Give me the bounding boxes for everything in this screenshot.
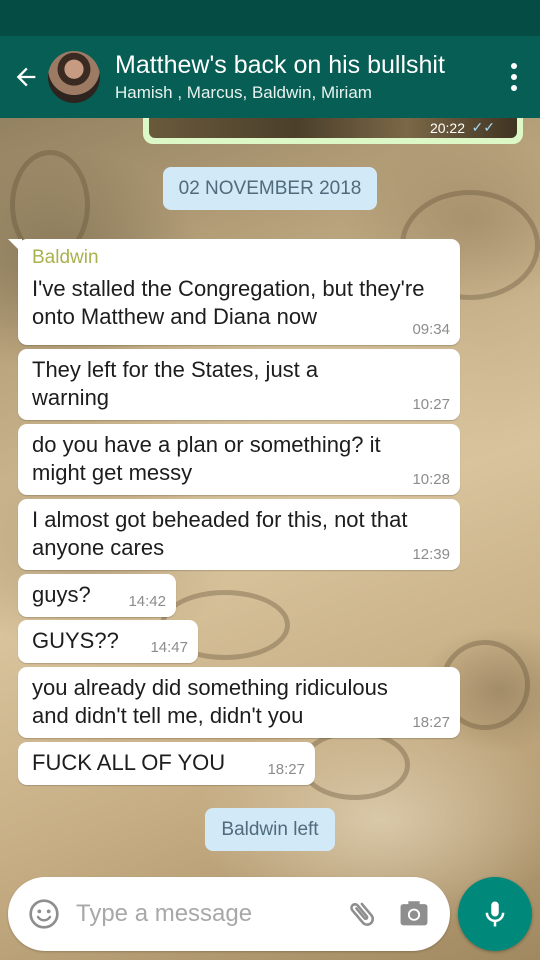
message-line: anyone cares (32, 535, 165, 560)
message-time: 10:28 (412, 471, 450, 488)
chat-participants: Hamish , Marcus, Baldwin, Miriam (115, 83, 372, 102)
more-vert-icon-dot (511, 85, 517, 91)
voice-record-button[interactable] (458, 877, 532, 951)
back-button[interactable] (4, 36, 48, 118)
message-time: 09:34 (412, 321, 450, 338)
message-line: you already did something ridiculous (32, 675, 388, 700)
message-composer: Type a message (8, 877, 450, 951)
message-sender[interactable]: Baldwin (18, 239, 460, 269)
message-line: warning (32, 385, 110, 410)
status-bar (0, 0, 540, 36)
message-time: 12:39 (412, 546, 450, 563)
more-vert-icon-dot (511, 74, 517, 80)
message-time: 18:27 (412, 714, 450, 731)
message-line: do you have a plan or something? it (32, 432, 381, 457)
arrow-left-icon (16, 67, 36, 87)
message-time: 10:27 (412, 396, 450, 413)
message-bubble[interactable]: do you have a plan or something? it migh… (18, 424, 460, 495)
camera-button[interactable] (394, 894, 434, 934)
system-message: Baldwin left (205, 808, 335, 851)
attach-button[interactable] (344, 894, 380, 934)
message-text: I almost got beheaded for this, not that… (18, 499, 460, 562)
message-bubble[interactable]: you already did something ridiculous and… (18, 667, 460, 738)
paperclip-icon (350, 902, 375, 926)
chat-header: Matthew's back on his bullshit Hamish , … (0, 36, 540, 118)
message-line: might get messy (32, 460, 193, 485)
more-vert-icon (511, 63, 517, 69)
message-text: do you have a plan or something? it migh… (18, 424, 460, 487)
message-line: and didn't tell me, didn't you (32, 703, 304, 728)
message-bubble[interactable]: guys? 14:42 (18, 574, 176, 617)
message-time: 14:42 (128, 593, 166, 610)
message-bubble[interactable]: They left for the States, just a warning… (18, 349, 460, 420)
message-bubble[interactable]: Baldwin I've stalled the Congregation, b… (8, 239, 460, 345)
more-options-button[interactable] (494, 36, 534, 118)
message-text: They left for the States, just a warning (18, 349, 460, 412)
message-text: I've stalled the Congregation, but they'… (18, 269, 460, 331)
chat-title: Matthew's back on his bullshit (115, 51, 445, 79)
message-line: onto Matthew and Diana now (32, 304, 317, 329)
smiley-icon (29, 899, 59, 929)
message-line: I almost got beheaded for this, not that (32, 507, 408, 532)
message-time: 18:27 (267, 761, 305, 778)
message-input[interactable]: Type a message (76, 900, 344, 928)
chat-title-block[interactable]: Matthew's back on his bullshit Hamish , … (115, 50, 494, 104)
message-bubble[interactable]: FUCK ALL OF YOU 18:27 (18, 742, 315, 785)
message-bubble[interactable]: GUYS?? 14:47 (18, 620, 198, 663)
message-line: They left for the States, just a (32, 357, 319, 382)
message-bubble[interactable]: I almost got beheaded for this, not that… (18, 499, 460, 570)
message-line: I've stalled the Congregation, but they'… (32, 276, 425, 301)
date-divider: 02 NOVEMBER 2018 (163, 167, 377, 210)
camera-icon (400, 901, 428, 926)
group-avatar[interactable] (48, 51, 100, 103)
microphone-icon (485, 901, 505, 927)
bubble-tail (8, 239, 22, 253)
message-time: 14:47 (150, 639, 188, 656)
emoji-button[interactable] (24, 894, 64, 934)
message-text: you already did something ridiculous and… (18, 667, 460, 730)
message-list[interactable]: 02 NOVEMBER 2018 Baldwin I've stalled th… (0, 118, 540, 870)
